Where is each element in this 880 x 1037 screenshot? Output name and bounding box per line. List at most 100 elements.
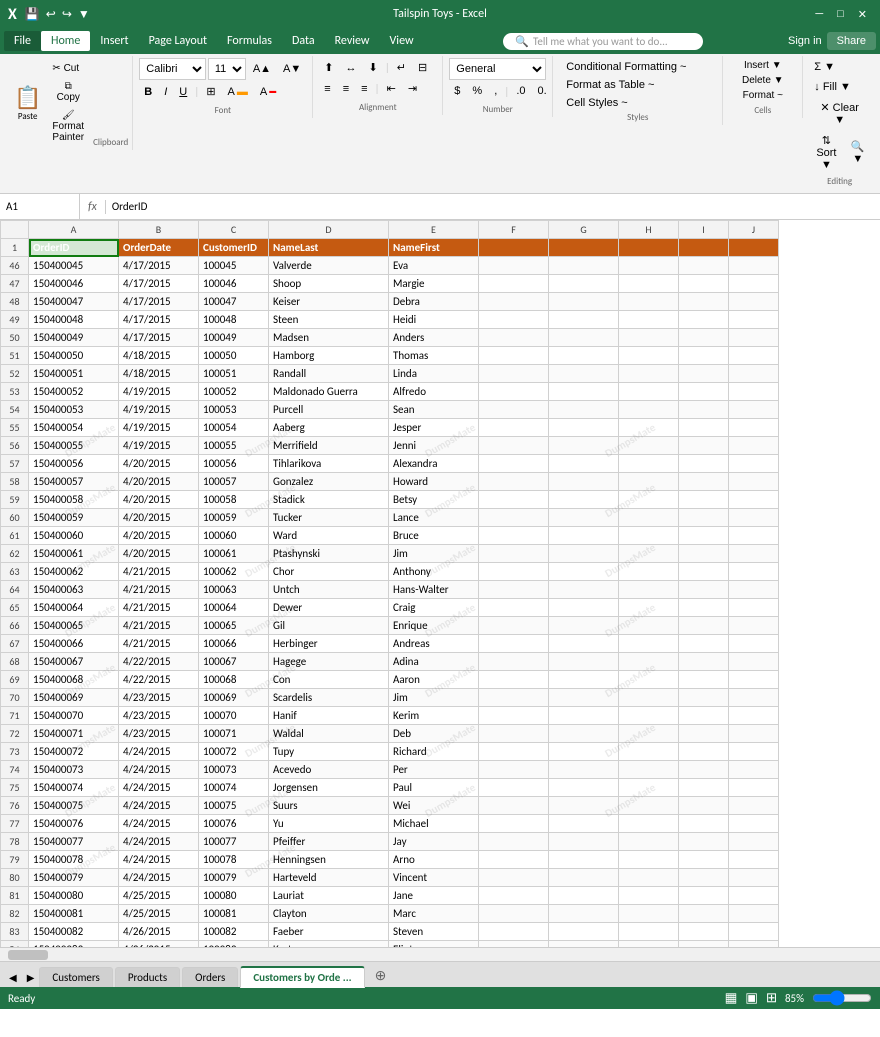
- cell-i-55[interactable]: [679, 419, 729, 437]
- row-num-60[interactable]: 60: [1, 509, 29, 527]
- cell-e-58[interactable]: Howard: [389, 473, 479, 491]
- cell-a-69[interactable]: 150400068: [29, 671, 119, 689]
- cell-j-48[interactable]: [729, 293, 779, 311]
- close-button[interactable]: ✕: [853, 6, 872, 23]
- cell-b-62[interactable]: 4/20/2015: [119, 545, 199, 563]
- cell-c-65[interactable]: 100064: [199, 599, 269, 617]
- cell-a-68[interactable]: 150400067: [29, 653, 119, 671]
- cell-a-59[interactable]: 150400058: [29, 491, 119, 509]
- cell-d-49[interactable]: Steen: [269, 311, 389, 329]
- cell-b-64[interactable]: 4/21/2015: [119, 581, 199, 599]
- cell-f-56[interactable]: [479, 437, 549, 455]
- row-num-66[interactable]: 66: [1, 617, 29, 635]
- cell-f-63[interactable]: [479, 563, 549, 581]
- row-num-79[interactable]: 79: [1, 851, 29, 869]
- cell-c1[interactable]: CustomerID: [199, 239, 269, 257]
- cell-g-50[interactable]: [549, 329, 619, 347]
- row-num-80[interactable]: 80: [1, 869, 29, 887]
- cell-d-46[interactable]: Valverde: [269, 257, 389, 275]
- zoom-slider[interactable]: [812, 990, 872, 1006]
- cell-g-54[interactable]: [549, 401, 619, 419]
- font-size-select[interactable]: 11: [208, 58, 246, 80]
- cell-d-58[interactable]: Gonzalez: [269, 473, 389, 491]
- cell-g-68[interactable]: [549, 653, 619, 671]
- cell-b-65[interactable]: 4/21/2015: [119, 599, 199, 617]
- cell-i-81[interactable]: [679, 887, 729, 905]
- bold-button[interactable]: B: [139, 83, 157, 101]
- cell-e-55[interactable]: Jesper: [389, 419, 479, 437]
- cell-i-66[interactable]: [679, 617, 729, 635]
- comma-button[interactable]: ,: [489, 82, 502, 100]
- cell-h-70[interactable]: [619, 689, 679, 707]
- cell-j-46[interactable]: [729, 257, 779, 275]
- cell-e-63[interactable]: Anthony: [389, 563, 479, 581]
- cell-d-56[interactable]: Merrifield: [269, 437, 389, 455]
- cell-j-62[interactable]: [729, 545, 779, 563]
- cell-b-84[interactable]: 4/26/2015: [119, 941, 199, 948]
- cell-i-74[interactable]: [679, 761, 729, 779]
- cell-a-74[interactable]: 150400073: [29, 761, 119, 779]
- font-color-button[interactable]: A▬: [255, 83, 281, 101]
- cell-i-63[interactable]: [679, 563, 729, 581]
- cell-c-69[interactable]: 100068: [199, 671, 269, 689]
- cell-a-80[interactable]: 150400079: [29, 869, 119, 887]
- col-header-h[interactable]: H: [619, 221, 679, 239]
- cell-f-53[interactable]: [479, 383, 549, 401]
- cell-e-84[interactable]: Eliot: [389, 941, 479, 948]
- cell-d-81[interactable]: Lauriat: [269, 887, 389, 905]
- cell-h-53[interactable]: [619, 383, 679, 401]
- cell-g-75[interactable]: [549, 779, 619, 797]
- cell-e1[interactable]: NameFirst: [389, 239, 479, 257]
- cell-e-81[interactable]: Jane: [389, 887, 479, 905]
- sheet-tab-customers-by-order[interactable]: Customers by Orde ...: [240, 966, 364, 988]
- cell-e-57[interactable]: Alexandra: [389, 455, 479, 473]
- cell-a-54[interactable]: 150400053: [29, 401, 119, 419]
- cell-a-71[interactable]: 150400070: [29, 707, 119, 725]
- cell-j-65[interactable]: [729, 599, 779, 617]
- cell-h-76[interactable]: [619, 797, 679, 815]
- cell-g-64[interactable]: [549, 581, 619, 599]
- cell-reference-box[interactable]: A1: [0, 194, 80, 219]
- cell-e-73[interactable]: Richard: [389, 743, 479, 761]
- copy-button[interactable]: ⧉ Copy: [47, 78, 89, 106]
- align-left-button[interactable]: ≡: [319, 80, 335, 98]
- cell-a-70[interactable]: 150400069: [29, 689, 119, 707]
- page-break-view-button[interactable]: ⊞: [766, 990, 777, 1006]
- cell-a-83[interactable]: 150400082: [29, 923, 119, 941]
- row-num-53[interactable]: 53: [1, 383, 29, 401]
- cell-h-82[interactable]: [619, 905, 679, 923]
- cell-a-77[interactable]: 150400076: [29, 815, 119, 833]
- cell-c-56[interactable]: 100055: [199, 437, 269, 455]
- cell-a-76[interactable]: 150400075: [29, 797, 119, 815]
- sheet-tab-products[interactable]: Products: [115, 967, 180, 987]
- cell-g-59[interactable]: [549, 491, 619, 509]
- cell-a-66[interactable]: 150400065: [29, 617, 119, 635]
- cell-h-74[interactable]: [619, 761, 679, 779]
- signin-button[interactable]: Sign in: [783, 33, 827, 49]
- cell-i-68[interactable]: [679, 653, 729, 671]
- cell-e-49[interactable]: Heidi: [389, 311, 479, 329]
- cell-b-59[interactable]: 4/20/2015: [119, 491, 199, 509]
- cell-f-68[interactable]: [479, 653, 549, 671]
- horizontal-scrollbar[interactable]: [0, 947, 880, 961]
- cell-f-66[interactable]: [479, 617, 549, 635]
- cell-f-54[interactable]: [479, 401, 549, 419]
- cell-a-82[interactable]: 150400081: [29, 905, 119, 923]
- cell-a-84[interactable]: 150400083: [29, 941, 119, 948]
- row-num-69[interactable]: 69: [1, 671, 29, 689]
- cell-h-50[interactable]: [619, 329, 679, 347]
- row-num-50[interactable]: 50: [1, 329, 29, 347]
- cell-e-64[interactable]: Hans-Walter: [389, 581, 479, 599]
- cell-c-52[interactable]: 100051: [199, 365, 269, 383]
- cell-j-75[interactable]: [729, 779, 779, 797]
- row-num-75[interactable]: 75: [1, 779, 29, 797]
- row-num-68[interactable]: 68: [1, 653, 29, 671]
- cell-d-77[interactable]: Yu: [269, 815, 389, 833]
- row-num-58[interactable]: 58: [1, 473, 29, 491]
- align-right-button[interactable]: ≡: [356, 80, 372, 98]
- col-header-b[interactable]: B: [119, 221, 199, 239]
- cell-e-78[interactable]: Jay: [389, 833, 479, 851]
- cell-d-71[interactable]: Hanif: [269, 707, 389, 725]
- conditional-formatting-button[interactable]: Conditional Formatting ~: [559, 58, 716, 76]
- number-format-select[interactable]: General: [449, 58, 546, 80]
